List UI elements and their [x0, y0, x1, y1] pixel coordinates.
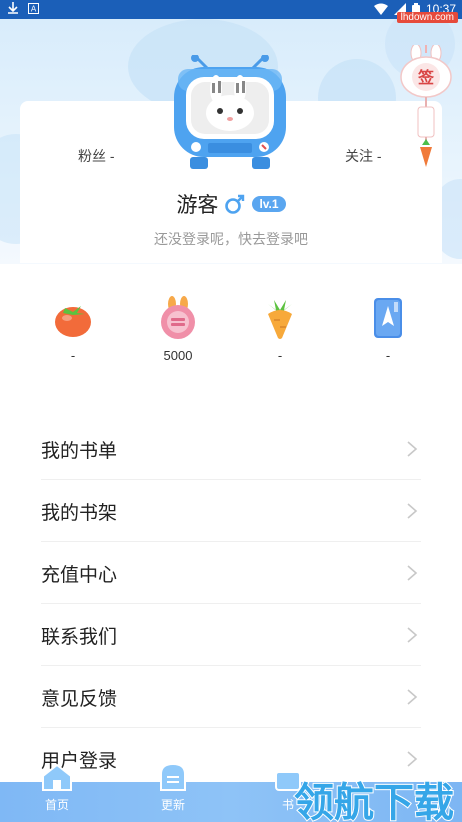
menu-item-label: 我的书单: [41, 441, 118, 462]
asset-value: -: [385, 348, 391, 363]
watermark-url: lhdown.com: [396, 12, 458, 23]
asset-value: 5000: [163, 348, 193, 363]
app-notification-icon: A: [28, 2, 39, 14]
chevron-right-icon: [407, 441, 418, 457]
watermark-logo: 领航下载: [293, 779, 455, 822]
male-icon: [225, 194, 245, 214]
svg-text:A: A: [31, 4, 37, 13]
tab-label: 更新: [160, 798, 185, 812]
tab-label: 首页: [44, 798, 69, 812]
sign-in-charm[interactable]: 签: [398, 45, 454, 170]
menu-item-booklist[interactable]: 我的书单: [41, 418, 421, 480]
home-icon: [42, 763, 72, 791]
wifi-icon: [373, 3, 388, 15]
username: 游客: [176, 194, 219, 217]
updates-icon: [160, 762, 186, 791]
login-hint[interactable]: 还没登录呢，快去登录吧: [0, 229, 462, 249]
asset-value: -: [70, 348, 76, 363]
tab-home[interactable]: 首页: [27, 762, 87, 813]
download-icon: [8, 2, 18, 14]
chevron-right-icon: [407, 565, 418, 581]
coin-bunny-icon: [161, 296, 195, 339]
menu-item-label: 意见反馈: [41, 689, 118, 710]
asset-value: -: [277, 348, 283, 363]
menu-item-bookshelf[interactable]: 我的书架: [41, 480, 421, 542]
sign-in-label: 签: [417, 68, 435, 87]
tab-updates[interactable]: 更新: [143, 762, 203, 813]
follow-count[interactable]: 关注 -: [345, 146, 382, 166]
asset-coins[interactable]: 5000: [138, 296, 218, 363]
status-bar: A 10:37: [0, 0, 462, 19]
tomato-icon: [55, 306, 91, 337]
fans-count[interactable]: 粉丝 -: [78, 146, 115, 166]
status-notifications: A: [8, 2, 39, 14]
chevron-right-icon: [407, 627, 418, 643]
asset-tomato[interactable]: -: [33, 296, 113, 363]
avatar[interactable]: [168, 55, 292, 171]
user-name-row: 游客 lv.1: [0, 189, 462, 219]
menu-item-feedback[interactable]: 意见反馈: [41, 666, 421, 728]
menu-item-label: 充值中心: [41, 565, 118, 586]
svg-text:领航下载: 领航下载: [294, 780, 454, 822]
asset-carrot[interactable]: -: [240, 296, 320, 363]
card-icon: [374, 298, 402, 338]
chevron-right-icon: [407, 503, 418, 519]
menu-item-label: 联系我们: [41, 627, 118, 648]
level-badge: lv.1: [252, 196, 286, 212]
mine-page: A 10:37 粉丝 - 关注 - 签 游客 lv.1 还没登录呢，快去登录吧 …: [0, 0, 462, 822]
carrot-icon: [268, 300, 292, 339]
asset-card[interactable]: -: [348, 296, 428, 363]
menu-item-label: 我的书架: [41, 503, 118, 524]
chevron-right-icon: [407, 689, 418, 705]
menu-item-recharge[interactable]: 充值中心: [41, 542, 421, 604]
menu-item-contact[interactable]: 联系我们: [41, 604, 421, 666]
